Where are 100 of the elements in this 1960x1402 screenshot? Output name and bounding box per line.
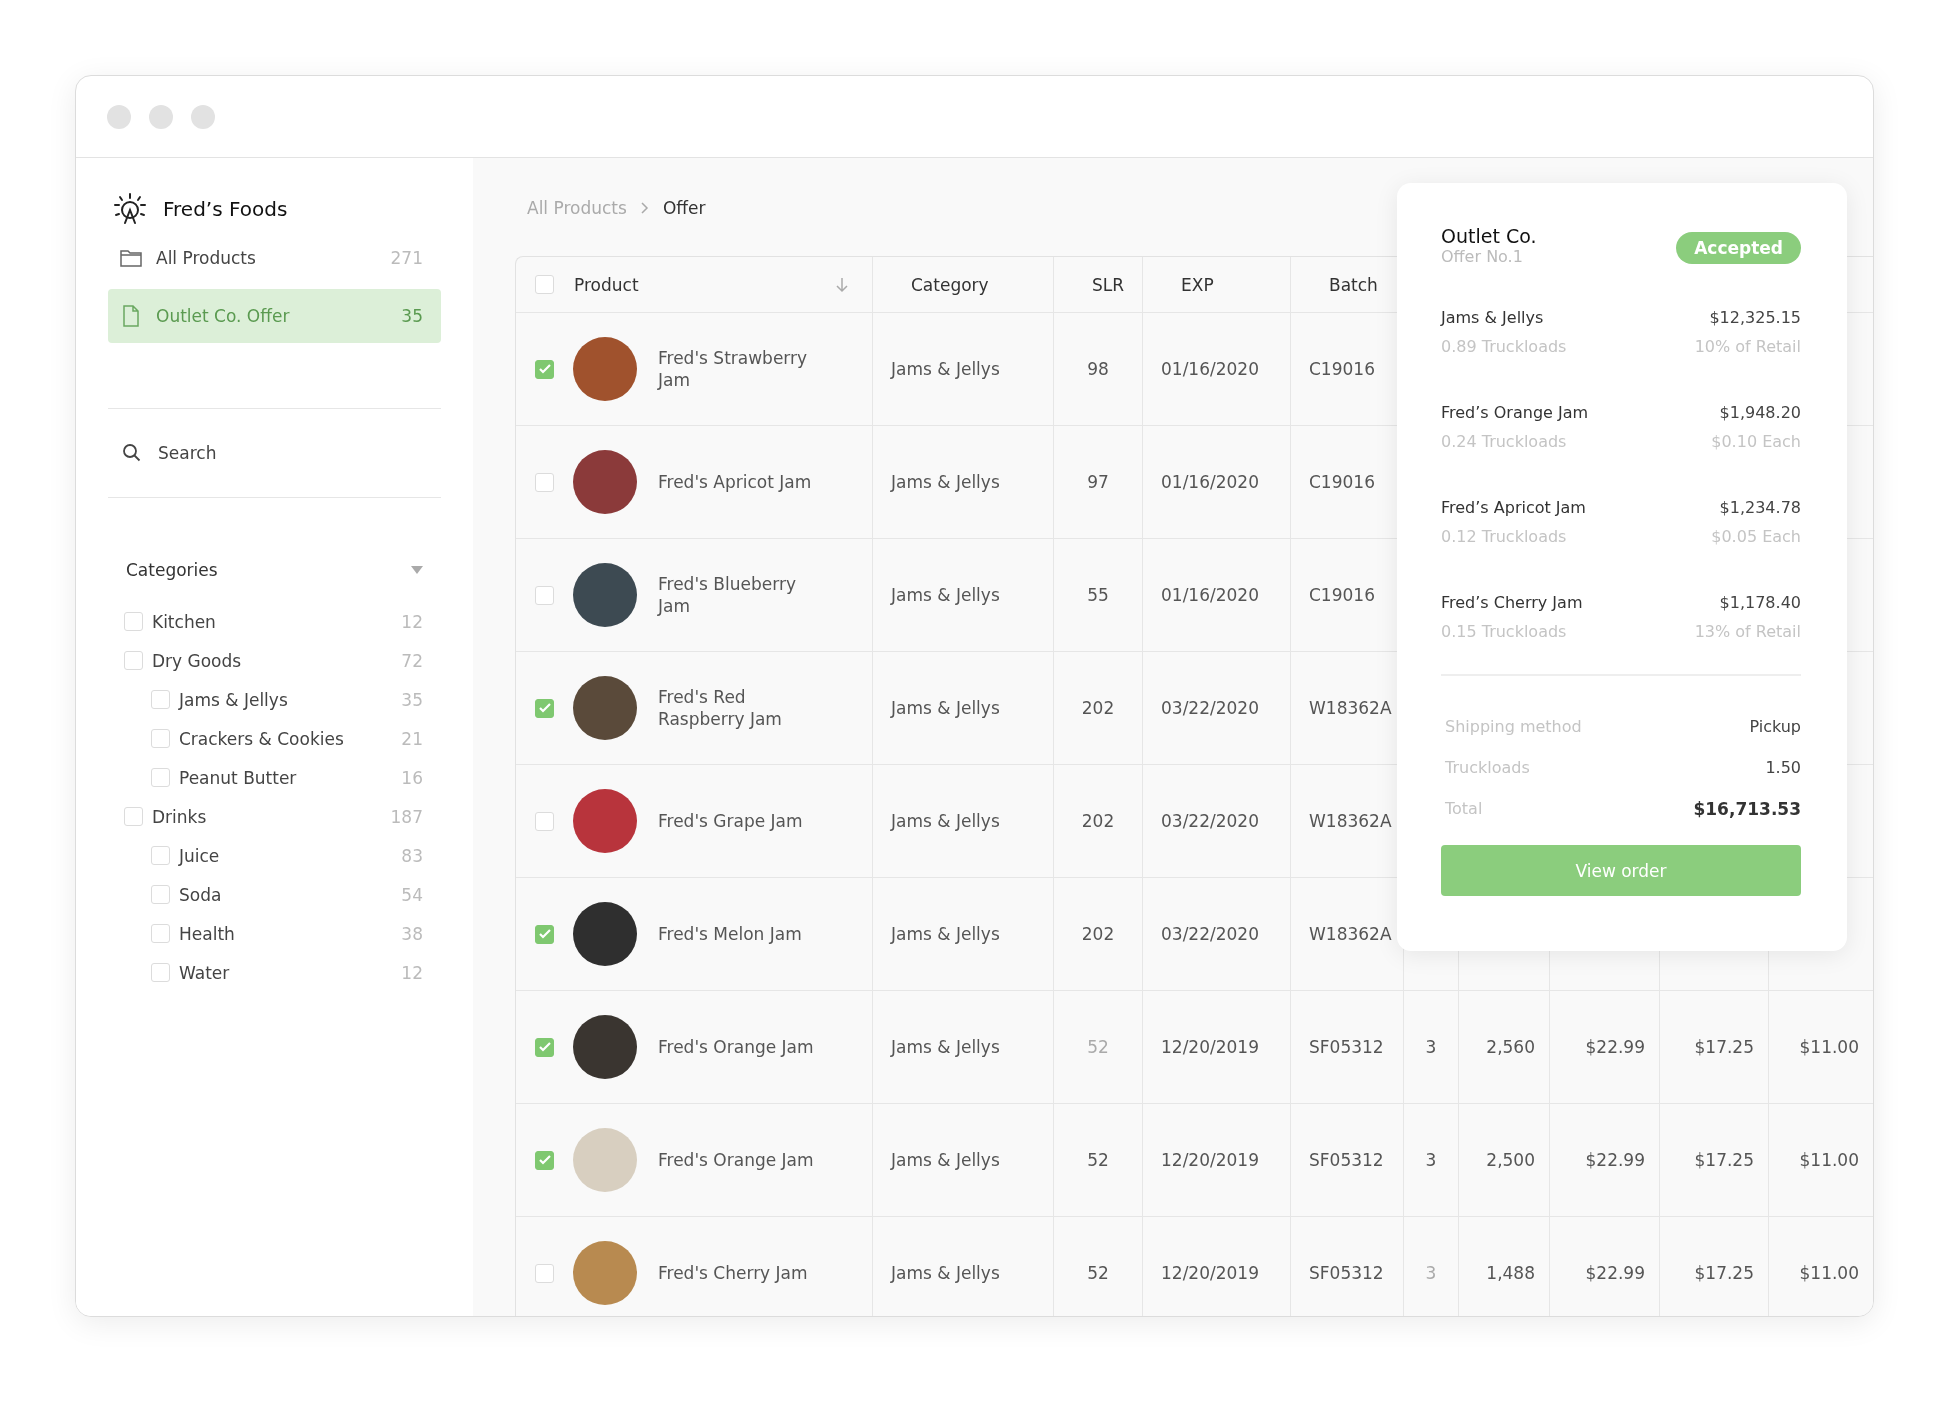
table-cell: Jams & Jellys: [891, 472, 1000, 492]
product-name: Fred's Strawberry Jam: [658, 346, 809, 392]
checkbox[interactable]: [151, 924, 170, 943]
row-checkbox[interactable]: [535, 924, 554, 944]
summary-label: Total: [1445, 799, 1483, 818]
category-count: 38: [401, 923, 423, 944]
item-truckloads: 0.89 Truckloads: [1441, 336, 1567, 358]
checkbox[interactable]: [151, 729, 170, 748]
row-checkbox[interactable]: [535, 359, 554, 379]
item-amount: $12,325.15: [1709, 307, 1801, 329]
product-name: Fred's Apricot Jam: [658, 470, 813, 494]
row-checkbox[interactable]: [535, 1150, 554, 1170]
category-count: 21: [401, 728, 423, 749]
window-control-icon[interactable]: [107, 104, 131, 129]
checkmark-icon: [538, 1155, 551, 1165]
sidebar-nav-item[interactable]: All Products 271: [108, 231, 441, 285]
category-label: Kitchen: [152, 611, 217, 632]
table-cell: 97: [1087, 472, 1109, 492]
row-checkbox[interactable]: [535, 698, 554, 718]
checkbox[interactable]: [124, 651, 143, 670]
summary-value: 1.50: [1765, 758, 1801, 777]
caret-icon[interactable]: [411, 566, 423, 574]
select-all-checkbox[interactable]: [535, 275, 554, 294]
row-checkbox[interactable]: [535, 811, 554, 831]
column-header[interactable]: Category: [911, 274, 989, 295]
table-cell: $11.00: [1799, 1150, 1859, 1170]
table-cell: W18362A: [1309, 811, 1392, 831]
category-label: Health: [179, 923, 236, 944]
category-count: 12: [401, 962, 423, 983]
row-checkbox[interactable]: [535, 585, 554, 605]
category-label: Water: [179, 962, 231, 983]
table-cell: 2,500: [1486, 1150, 1535, 1170]
table-cell: 55: [1087, 585, 1109, 605]
category-count: 35: [401, 689, 423, 710]
category-count: 83: [401, 845, 423, 866]
document-icon: [120, 305, 142, 327]
checkbox[interactable]: [124, 612, 143, 631]
checkbox[interactable]: [151, 690, 170, 709]
column-header[interactable]: Batch: [1329, 274, 1378, 295]
sort-arrow-icon[interactable]: [836, 276, 848, 293]
column-header[interactable]: EXP: [1181, 274, 1214, 295]
item-truckloads: 0.15 Truckloads: [1441, 621, 1567, 643]
product-name: Fred's Red Raspberry Jam: [658, 685, 783, 731]
table-cell: $22.99: [1585, 1150, 1645, 1170]
summary-value: Pickup: [1749, 717, 1801, 736]
table-cell: $17.25: [1694, 1037, 1754, 1057]
table-cell: 202: [1081, 811, 1115, 831]
table-cell: Jams & Jellys: [891, 698, 1000, 718]
product-name: Fred's Orange Jam: [658, 1148, 815, 1172]
checkbox[interactable]: [151, 768, 170, 787]
item-name: Fred’s Apricot Jam: [1441, 497, 1586, 519]
table-cell: W18362A: [1309, 924, 1392, 944]
table-cell: 3: [1425, 1263, 1437, 1283]
sun-logo-icon: [113, 192, 147, 226]
window-control-icon[interactable]: [149, 104, 173, 129]
chevron-right-icon: [640, 202, 649, 214]
search-icon: [122, 443, 142, 463]
table-cell: 1,488: [1486, 1263, 1535, 1283]
checkbox[interactable]: [151, 846, 170, 865]
category-label: Juice: [179, 845, 221, 866]
summary-label: Truckloads: [1445, 758, 1530, 777]
category-count: 54: [401, 884, 423, 905]
product-name: Fred's Melon Jam: [658, 922, 803, 946]
item-price-note: $0.10 Each: [1711, 431, 1801, 453]
breadcrumb-link[interactable]: Offer: [662, 198, 706, 218]
table-cell: 52: [1087, 1263, 1109, 1283]
table-cell: 202: [1081, 698, 1115, 718]
item-amount: $1,234.78: [1719, 497, 1801, 519]
window-control-icon[interactable]: [191, 104, 215, 129]
table-cell: Jams & Jellys: [891, 585, 1000, 605]
item-name: Fred’s Orange Jam: [1441, 402, 1589, 424]
checkbox[interactable]: [151, 963, 170, 982]
table-cell: 12/20/2019: [1161, 1037, 1259, 1057]
table-cell: C19016: [1309, 359, 1375, 379]
product-name: Fred's Blueberry Jam: [658, 572, 797, 618]
checkbox[interactable]: [151, 885, 170, 904]
row-checkbox[interactable]: [535, 1263, 554, 1283]
row-checkbox[interactable]: [535, 1037, 554, 1057]
item-amount: $1,178.40: [1719, 592, 1801, 614]
category-label: Peanut Butter: [179, 767, 298, 788]
item-amount: $1,948.20: [1719, 402, 1801, 424]
table-cell: 03/22/2020: [1161, 924, 1259, 944]
search-field[interactable]: Search: [156, 442, 379, 464]
table-cell: C19016: [1309, 585, 1375, 605]
item-name: Jams & Jellys: [1441, 307, 1544, 329]
column-header[interactable]: Product: [574, 274, 836, 295]
section-title: Categories: [126, 560, 218, 580]
table-cell: 12/20/2019: [1161, 1150, 1259, 1170]
category-count: 72: [401, 650, 423, 671]
table-cell: $17.25: [1694, 1263, 1754, 1283]
category-count: 12: [401, 611, 423, 632]
row-checkbox[interactable]: [535, 472, 554, 492]
category-label: Soda: [179, 884, 223, 905]
column-header[interactable]: SLR: [1091, 274, 1125, 295]
table-cell: W18362A: [1309, 698, 1392, 718]
item-name: Fred’s Cherry Jam: [1441, 592, 1583, 614]
item-truckloads: 0.12 Truckloads: [1441, 526, 1567, 548]
table-cell: 202: [1081, 924, 1115, 944]
table-cell: Jams & Jellys: [891, 924, 1000, 944]
checkbox[interactable]: [124, 807, 143, 826]
